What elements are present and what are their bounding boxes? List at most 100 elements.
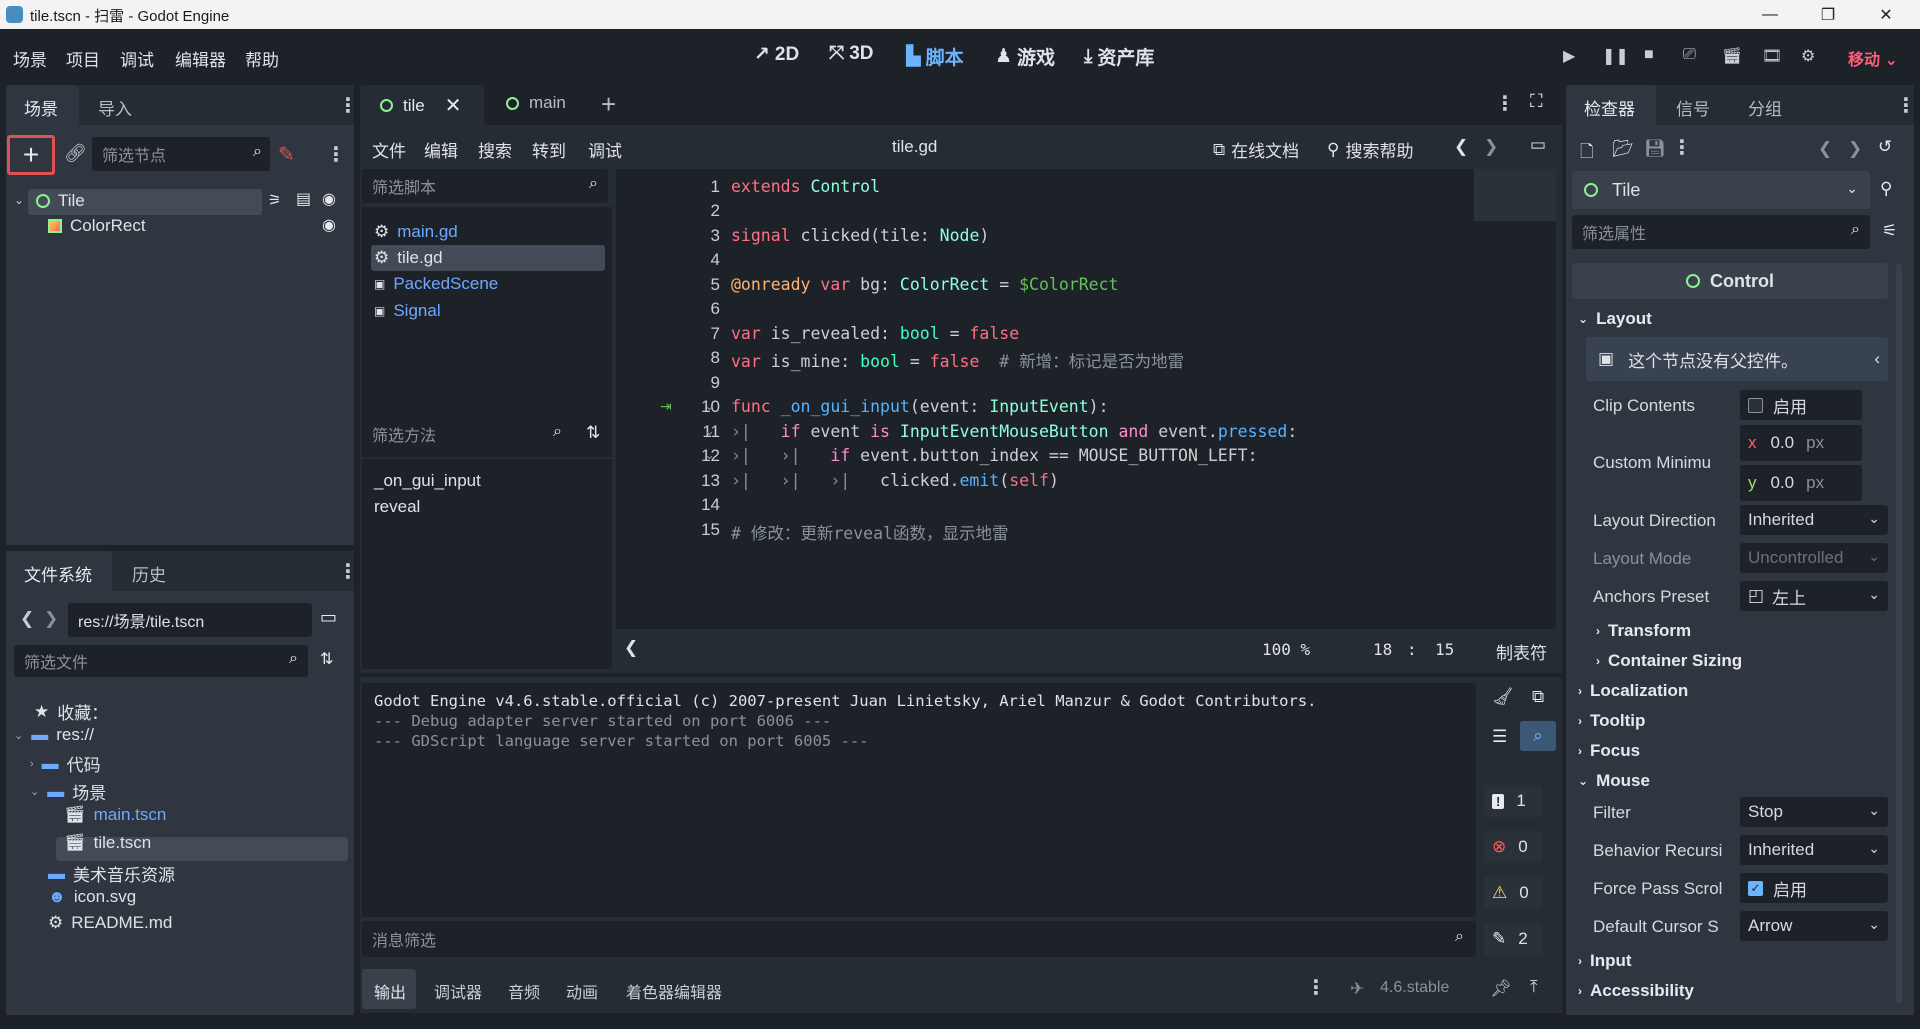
history-forward-icon[interactable]: ❯ [1848,139,1862,159]
zoom-level[interactable]: 100 % [1262,640,1310,659]
expand-panel-icon[interactable]: ⤒ [1530,977,1538,997]
minimize-button[interactable]: — [1742,0,1798,29]
stop-icon[interactable]: ■ [1644,46,1654,64]
mode-3d-button[interactable]: ⤧ 3D [829,43,874,65]
script-filter-input[interactable]: 筛选脚本 ⌕ [362,169,608,203]
clip-contents-checkbox[interactable]: 启用 [1740,390,1862,420]
mode-2d-button[interactable]: ↗ 2D [754,43,799,66]
visibility-eye-icon[interactable]: ◉ [322,215,336,235]
section-focus[interactable]: › Focus [1578,741,1640,761]
search-toggle-button[interactable]: ⌕ [1520,721,1556,751]
section-container-sizing[interactable]: › Container Sizing [1596,651,1742,671]
tab-debugger[interactable]: 调试器 [434,979,482,1003]
script-menu-goto[interactable]: 转到 [532,137,566,162]
online-docs-button[interactable]: ⧉ 在线文档 [1213,137,1299,162]
link-icon[interactable]: 🔗︎ [64,143,87,164]
save-icon[interactable]: 💾︎ [1644,139,1666,159]
tab-groups[interactable]: 分组 [1748,95,1782,120]
editor-tab-main[interactable]: main [506,93,566,113]
prev-script-icon[interactable]: ❮ [1454,137,1468,157]
movie-maker-icon[interactable]: ⚙ [1801,46,1815,66]
tab-scene[interactable]: 场景 [24,95,58,120]
section-layout[interactable]: ⌄ Layout [1578,309,1652,329]
folder-art-row[interactable]: ▬ 美术音乐资源 [48,861,175,886]
file-readme[interactable]: ⚙ README.md [48,913,172,933]
menu-scene[interactable]: 场景 [13,46,47,71]
property-filter-input[interactable]: 筛选属性 ⌕ [1572,215,1870,249]
resource-menu-icon[interactable]: ⋮ [1672,135,1692,160]
script-menu-debug[interactable]: 调试 [588,137,622,162]
editor-tab-tile[interactable]: tile ✕ [380,93,462,118]
message-count[interactable]: ! 1 [1484,785,1542,817]
close-tab-icon[interactable]: ✕ [445,93,462,118]
maximize-button[interactable]: ❐ [1800,0,1856,29]
tabs-menu-icon[interactable]: ⋮ [1495,91,1515,116]
distraction-free-icon[interactable]: ⛶ [1530,91,1543,112]
favorites-row[interactable]: ★ 收藏： [34,699,108,724]
menu-debug[interactable]: 调试 [120,46,154,71]
connected-signal-icon[interactable]: ⇥ [660,398,672,415]
layout-mode-select[interactable]: Uncontrolled ⌄ [1740,543,1888,573]
visibility-eye-icon[interactable]: ◉ [322,189,336,209]
folder-code-row[interactable]: › ▬ 代码 [30,751,101,776]
folder-scenes-row[interactable]: ⌄ ▬ 场景 [30,779,106,804]
mouse-filter-select[interactable]: Stop ⌄ [1740,797,1888,827]
behavior-recursive-select[interactable]: Inherited ⌄ [1740,835,1888,865]
back-arrow-icon[interactable]: ❮ [20,609,34,629]
add-node-button[interactable]: + [7,135,55,175]
file-icon-svg[interactable]: ☻ icon.svg [48,887,136,907]
file-filter-input[interactable]: 筛选文件 ⌕ [14,645,308,677]
next-script-icon[interactable]: ❯ [1484,137,1498,157]
custom-min-x-field[interactable]: x 0.0 px [1740,425,1862,461]
default-cursor-select[interactable]: Arrow ⌄ [1740,911,1888,941]
indent-mode[interactable]: 制表符 [1496,639,1547,664]
scene-dock-menu-icon[interactable]: ⋮ [338,93,358,118]
object-help-icon[interactable]: ⚲ [1880,179,1892,199]
output-log[interactable]: Godot Engine v4.6.stable.official (c) 20… [362,683,1476,917]
method-item[interactable]: _on_gui_input [374,471,481,491]
menu-editor[interactable]: 编辑器 [175,46,226,71]
warning-count[interactable]: ⚠ 0 [1484,877,1542,909]
mode-game-button[interactable]: ♟ 游戏 [995,43,1055,70]
new-tab-plus-icon[interactable]: + [601,89,616,120]
tab-signals[interactable]: 信号 [1676,95,1710,120]
remote-debug-icon[interactable]: ⎚ [1683,46,1696,64]
sort-icon[interactable]: ⇅ [320,649,333,669]
anchors-preset-select[interactable]: ◰ 左上 ⌄ [1740,581,1888,611]
detach-script-icon[interactable]: ✎ [278,142,295,167]
tab-import[interactable]: 导入 [98,95,132,120]
node-colorrect[interactable]: ColorRect [48,216,146,236]
class-header-control[interactable]: Control [1572,263,1888,299]
section-tooltip[interactable]: › Tooltip [1578,711,1645,731]
fold-chevron-icon[interactable]: ⌄ [704,447,715,463]
script-menu-edit[interactable]: 编辑 [424,137,458,162]
chevron-down-icon[interactable]: ⌄ [14,193,24,207]
res-root-row[interactable]: ⌄ ▬ res:// [14,725,94,745]
copy-icon[interactable]: ⧉ [1532,687,1544,707]
script-item-main[interactable]: ⚙ main.gd [374,222,458,242]
filter-settings-icon[interactable]: ⚟ [1882,221,1897,241]
history-back-icon[interactable]: ❮ [1818,139,1832,159]
mode-script-button[interactable]: ▙ 脚本 [906,43,964,70]
minimap[interactable] [1474,169,1556,221]
clear-output-icon[interactable]: 🧹︎ [1492,687,1514,707]
tab-inspector[interactable]: 检查器 [1584,95,1635,120]
code-editor[interactable]: 1 2 3 4 5 6 7 8 9 10 11 12 13 14 15 ⇥ ⌄ … [616,169,1556,629]
script-menu-file[interactable]: 文件 [372,137,406,162]
filesystem-menu-icon[interactable]: ⋮ [338,559,358,584]
error-count[interactable]: ⊗ 0 [1484,831,1542,863]
collapse-icon[interactable]: ☰ [1492,727,1507,747]
tab-filesystem[interactable]: 文件系统 [24,561,92,586]
editor-message-count[interactable]: ✎ 2 [1484,923,1542,955]
layout-direction-select[interactable]: Inherited ⌄ [1740,505,1888,535]
script-menu-search[interactable]: 搜索 [478,137,512,162]
search-help-button[interactable]: ⚲ 搜索帮助 [1327,137,1413,162]
tab-audio[interactable]: 音频 [508,979,540,1003]
bottom-panel-menu-icon[interactable]: ⋮ [1306,975,1326,1000]
forward-arrow-icon[interactable]: ❯ [44,609,58,629]
new-resource-icon[interactable]: 🗋︎ [1580,139,1594,168]
script-item-packedscene[interactable]: ▣ PackedScene [374,274,498,294]
code-text[interactable]: extends Control signal clicked(tile: Nod… [731,175,1411,625]
method-item[interactable]: reveal [374,497,420,517]
split-view-icon[interactable]: ▭ [320,607,337,628]
